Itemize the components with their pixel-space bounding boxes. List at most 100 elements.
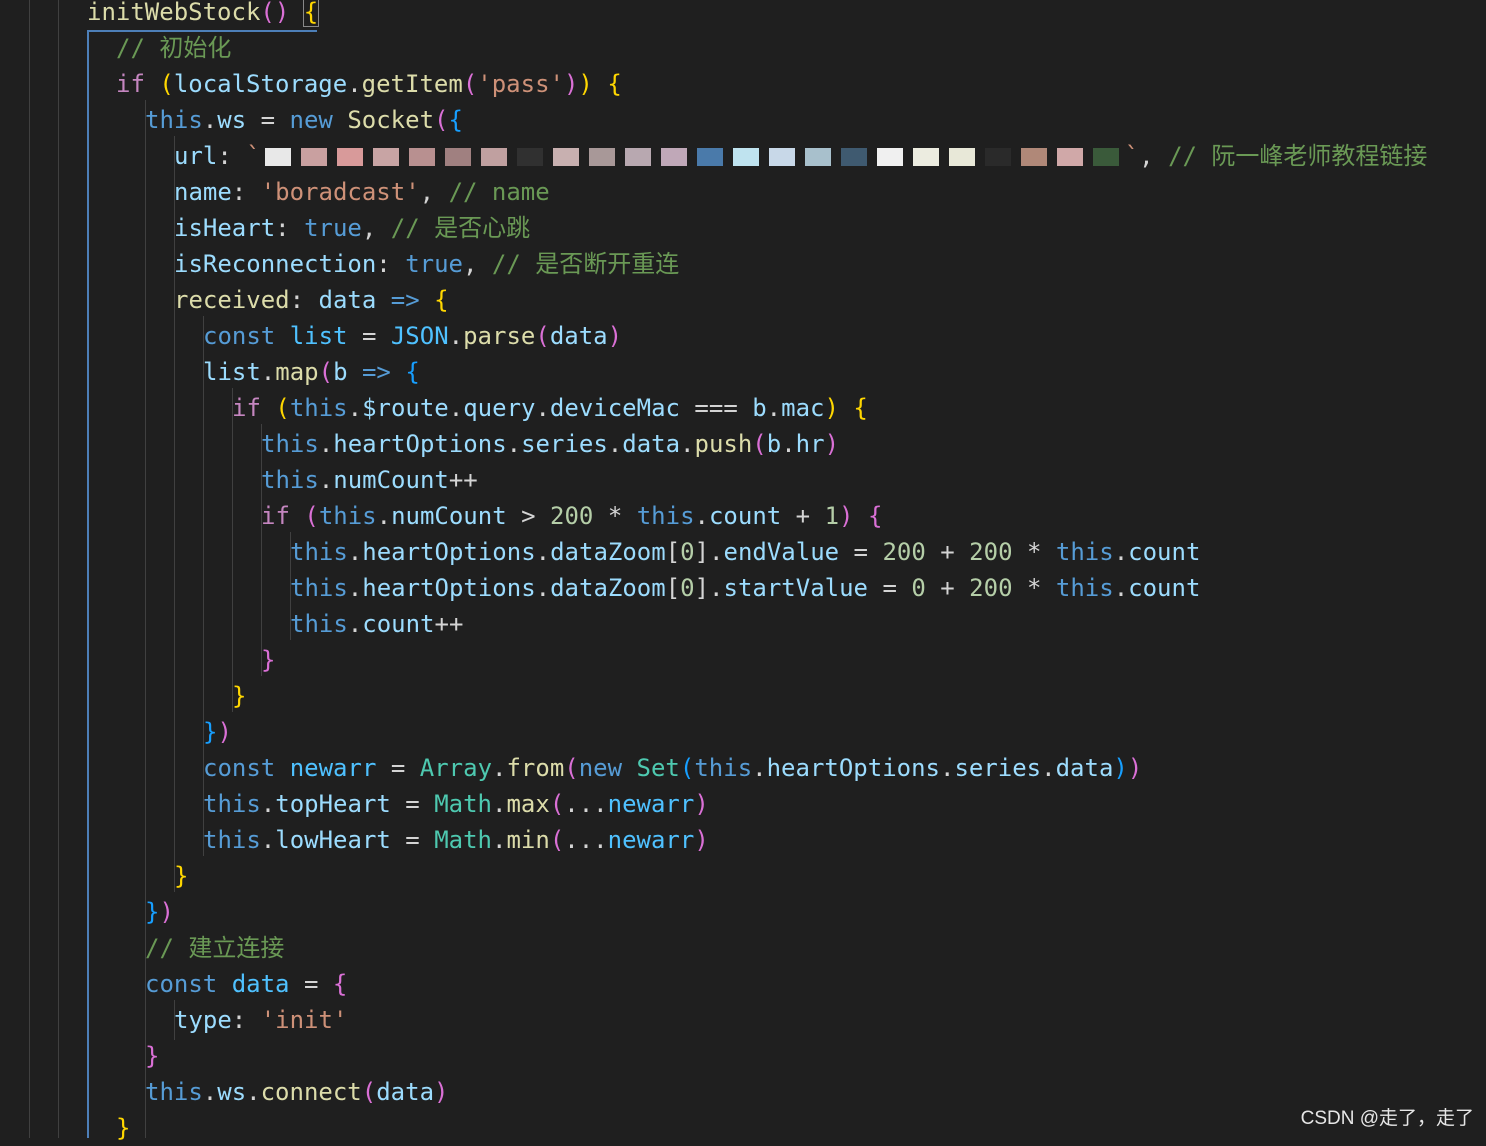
code-token: // 阮一峰老师教程链接 [1168, 142, 1428, 170]
code-token: . [506, 430, 522, 458]
code-token: this [290, 610, 348, 638]
code-line[interactable]: // 建立连接 [145, 930, 284, 966]
code-token: ws [217, 1078, 247, 1106]
code-line[interactable]: const newarr = Array.from(new Set(this.h… [203, 750, 1142, 786]
code-token: ) [217, 718, 232, 746]
code-token: dataZoom [550, 538, 666, 566]
code-token: . [347, 394, 363, 422]
code-line[interactable]: this.numCount++ [261, 462, 478, 498]
code-token: = [376, 754, 420, 782]
code-token: ) [824, 430, 840, 458]
code-line[interactable]: } [116, 1110, 130, 1146]
code-token: const [145, 970, 218, 998]
code-token: } [145, 898, 160, 926]
code-token: query [463, 394, 536, 422]
code-line[interactable]: if (localStorage.getItem('pass')) { [116, 66, 622, 102]
code-token: . [694, 502, 709, 530]
code-token: * [593, 502, 637, 530]
code-token: . [260, 790, 276, 818]
code-token: numCount [333, 466, 449, 494]
code-token: 0 [680, 574, 695, 602]
code-token: max [506, 790, 550, 818]
code-token: ) [694, 826, 709, 854]
code-token: numCount [391, 502, 507, 530]
code-line[interactable]: const data = { [145, 966, 347, 1002]
indent-guide [58, 0, 59, 1138]
code-token: , [1139, 142, 1169, 170]
code-line[interactable]: isReconnection: true, // 是否断开重连 [174, 246, 679, 282]
code-line[interactable]: received: data => { [174, 282, 449, 318]
code-token: ) [839, 502, 854, 530]
code-line[interactable]: this.heartOptions.dataZoom[0].startValue… [290, 570, 1200, 606]
code-token: heartOptions [362, 538, 536, 566]
code-line[interactable]: isHeart: true, // 是否心跳 [174, 210, 530, 246]
code-line[interactable]: name: 'boradcast', // name [174, 174, 550, 210]
code-token: ++ [448, 466, 478, 494]
code-token: = [289, 970, 333, 998]
code-token: } [145, 1042, 160, 1070]
code-token: // 是否心跳 [390, 214, 531, 242]
code-token: ( [159, 70, 174, 98]
code-token: . [535, 538, 551, 566]
code-line[interactable]: } [174, 858, 188, 894]
code-token: . [1113, 574, 1129, 602]
code-token: data [1055, 754, 1114, 782]
code-line[interactable]: this.ws.connect(data) [145, 1074, 448, 1110]
code-token: $route [362, 394, 449, 422]
code-line[interactable]: const list = JSON.parse(data) [203, 318, 622, 354]
code-token: mac [781, 394, 825, 422]
code-line[interactable]: } [145, 1038, 159, 1074]
code-token: * [1012, 574, 1056, 602]
code-token: Socket [347, 106, 435, 134]
code-token: // 初始化 [116, 34, 232, 62]
code-line[interactable]: type: 'init' [174, 1002, 347, 1038]
code-line[interactable]: }) [145, 894, 174, 930]
code-token: . [535, 394, 550, 422]
code-line[interactable]: if (this.$route.query.deviceMac === b.ma… [232, 390, 868, 426]
code-token: > [506, 502, 551, 530]
code-line[interactable]: // 初始化 [116, 30, 231, 66]
code-token: new [578, 754, 623, 782]
code-token: url [174, 142, 218, 170]
code-token: . [347, 70, 362, 98]
code-line[interactable]: this.heartOptions.dataZoom[0].endValue =… [290, 534, 1200, 570]
code-line[interactable]: } [232, 678, 246, 714]
code-line[interactable]: this.lowHeart = Math.min(...newarr) [203, 822, 709, 858]
code-line[interactable]: this.count++ [290, 606, 463, 642]
code-line[interactable]: }) [203, 714, 232, 750]
code-line[interactable]: initWebStock() { [87, 0, 320, 30]
code-token: ... [564, 790, 608, 818]
code-line[interactable]: list.map(b => { [203, 354, 420, 390]
code-line[interactable]: this.heartOptions.series.data.push(b.hr) [261, 426, 839, 462]
code-token: b [333, 358, 348, 386]
code-token: this [261, 466, 319, 494]
code-token: if [116, 70, 145, 98]
code-line[interactable]: if (this.numCount > 200 * this.count + 1… [261, 498, 882, 534]
code-token: dataZoom [550, 574, 666, 602]
code-line[interactable]: this.topHeart = Math.max(...newarr) [203, 786, 709, 822]
code-line[interactable]: } [261, 642, 275, 678]
code-token: data [622, 430, 681, 458]
code-token: Math [434, 826, 492, 854]
code-token: ( [318, 358, 334, 386]
code-token: 1 [824, 502, 840, 530]
code-line[interactable]: this.ws = new Socket({ [145, 102, 463, 138]
code-token: 200 [882, 538, 926, 566]
code-token: { [332, 970, 348, 998]
code-token: min [506, 826, 550, 854]
code-line[interactable]: url: ` `, // 阮一峰老师教程链接 [174, 138, 1427, 174]
indent-guide [232, 388, 233, 712]
code-token: ) [1127, 754, 1143, 782]
code-token: list [203, 358, 261, 386]
code-token: Array [419, 754, 493, 782]
code-token: . [535, 574, 551, 602]
code-editor[interactable]: initWebStock() { // 初始化 if (localStorage.g… [0, 0, 1486, 1142]
code-token: heartOptions [362, 574, 536, 602]
code-token: heartOptions [333, 430, 507, 458]
